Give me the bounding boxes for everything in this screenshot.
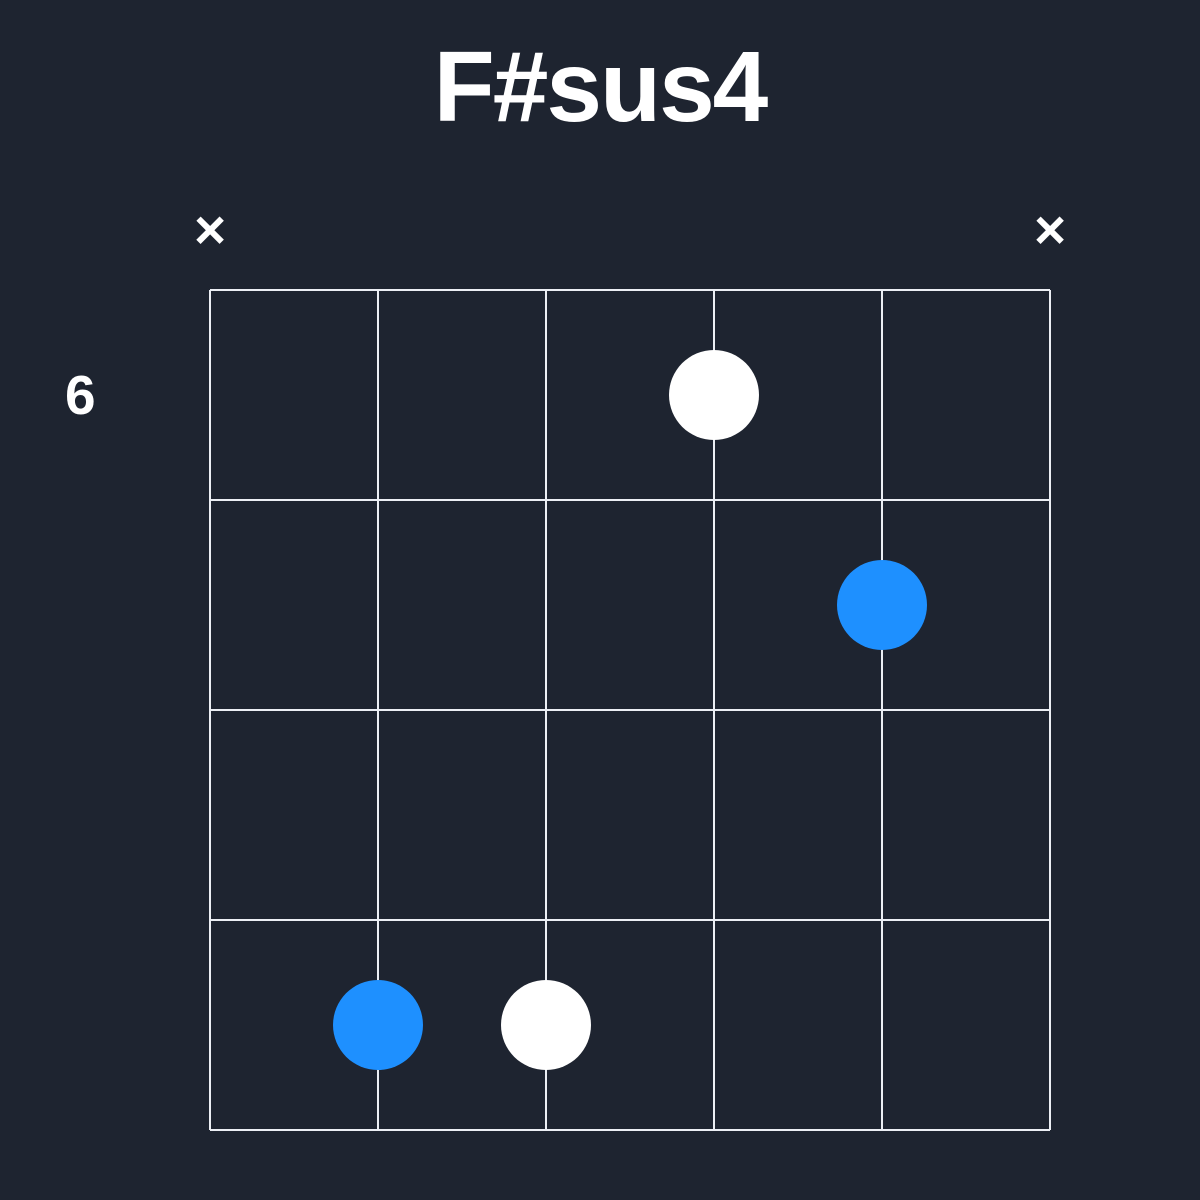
starting-fret-label: 6 <box>65 363 96 427</box>
mute-mark-string-6: × <box>1034 203 1066 258</box>
chord-diagram-card: F#sus4 ×× 6 <box>0 0 1200 1200</box>
fretboard-svg <box>180 170 1080 1170</box>
chord-name-title: F#sus4 <box>0 30 1200 145</box>
mute-mark-string-1: × <box>194 203 226 258</box>
fretboard-diagram: ×× <box>180 170 1080 1170</box>
